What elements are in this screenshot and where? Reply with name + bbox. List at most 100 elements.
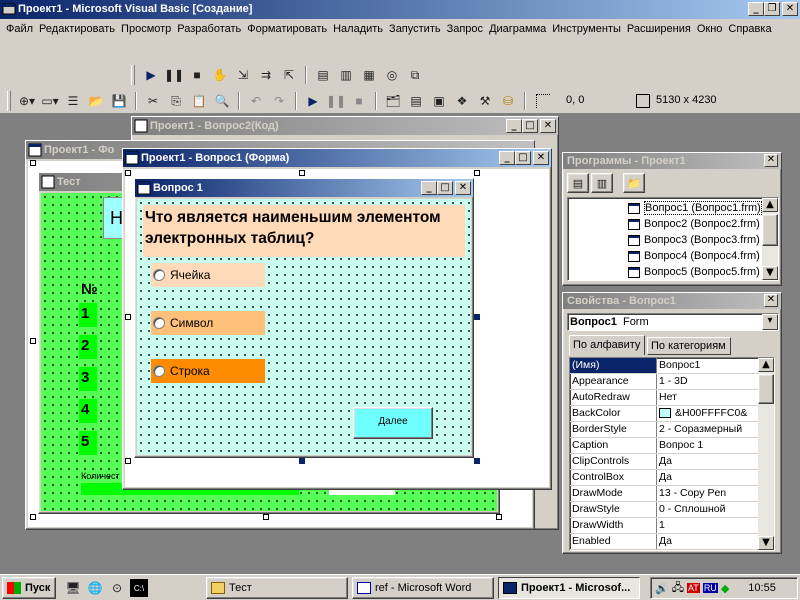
project-tree-item[interactable]: Вопрос2 (Вопрос2.frm) <box>628 216 762 232</box>
project-explorer-close-button[interactable]: ✕ <box>764 154 778 167</box>
project-tree-item[interactable]: Вопрос4 (Вопрос4.frm) <box>628 248 762 264</box>
resize-handle[interactable] <box>496 514 502 520</box>
project-explorer-icon[interactable]: 🗂 <box>383 91 403 111</box>
menu-item[interactable]: Инструменты <box>550 21 625 38</box>
answer-option[interactable]: Строка <box>151 359 265 383</box>
property-row[interactable]: BorderStyle 2 - Соразмерный <box>570 422 774 438</box>
minimize-button[interactable]: _ <box>748 2 764 16</box>
form-close-button[interactable]: ✕ <box>455 181 471 195</box>
taskbar-button[interactable]: Проект1 - Microsof... <box>498 577 640 599</box>
property-row[interactable]: ControlBox Да <box>570 470 774 486</box>
scroll-down-icon[interactable]: ▼ <box>762 266 778 280</box>
property-row[interactable]: DrawStyle 0 - Сплошной <box>570 502 774 518</box>
run-icon[interactable]: ▶ <box>141 65 161 85</box>
shield-icon[interactable]: ◆ <box>721 582 729 595</box>
paste-icon[interactable]: 📋 <box>189 91 209 111</box>
code-maximize-button[interactable]: □ <box>522 119 538 133</box>
property-row[interactable]: Appearance 1 - 3D <box>570 374 774 390</box>
immediate-window-icon[interactable]: ▥ <box>336 65 356 85</box>
resize-handle[interactable] <box>474 458 480 464</box>
properties-close-button[interactable]: ✕ <box>764 294 778 307</box>
step-out-icon[interactable]: ⇱ <box>279 65 299 85</box>
antivirus-icon[interactable]: AT <box>686 583 700 593</box>
end-icon[interactable]: ■ <box>349 91 369 111</box>
redo-icon[interactable]: ↷ <box>269 91 289 111</box>
network-icon[interactable]: 🖧 <box>672 579 684 598</box>
resize-handle[interactable] <box>299 170 305 176</box>
menu-item[interactable]: Запрос <box>445 21 487 38</box>
hand-icon[interactable]: ✋ <box>210 65 230 85</box>
copy-icon[interactable]: ⎘ <box>166 91 186 111</box>
code-close-button[interactable]: ✕ <box>540 119 556 133</box>
designer-minimize-button[interactable]: _ <box>499 151 515 165</box>
scroll-thumb[interactable] <box>758 374 774 404</box>
scroll-up-icon[interactable]: ▲ <box>758 358 774 372</box>
undo-icon[interactable]: ↶ <box>246 91 266 111</box>
start-icon[interactable]: ▶ <box>303 91 323 111</box>
menu-item[interactable]: Редактировать <box>37 21 119 38</box>
media-icon[interactable]: ⊙ <box>108 579 126 597</box>
language-indicator[interactable]: RU <box>702 583 718 593</box>
property-row[interactable]: DrawWidth 1 <box>570 518 774 534</box>
properties-window-icon[interactable]: ▤ <box>406 91 426 111</box>
stop-icon[interactable]: ■ <box>187 65 207 85</box>
answer-option[interactable]: Символ <box>151 311 265 335</box>
restore-button[interactable]: ❐ <box>764 2 780 16</box>
add-form-icon[interactable]: ▭▾ <box>40 91 60 111</box>
grid-scrollbar[interactable]: ▲ ▼ <box>758 358 774 550</box>
question-form[interactable]: Вопрос 1 _ □ ✕ Что является наименьшим э… <box>134 178 474 458</box>
property-row[interactable]: DrawMode 13 - Copy Pen <box>570 486 774 502</box>
view-object-icon[interactable]: ▥ <box>591 173 613 193</box>
project-tree-item[interactable]: Вопрос1 (Вопрос1.frm) <box>628 200 762 216</box>
msdos-icon[interactable]: C:\ <box>130 579 148 597</box>
chevron-down-icon[interactable]: ▾ <box>762 314 778 330</box>
step-into-icon[interactable]: ⇲ <box>233 65 253 85</box>
view-code-icon[interactable]: ▤ <box>567 173 589 193</box>
cut-icon[interactable]: ✂ <box>143 91 163 111</box>
menu-item[interactable]: Файл <box>4 21 37 38</box>
designer-maximize-button[interactable]: □ <box>515 151 531 165</box>
object-selector[interactable]: Вопрос1 Form ▾ <box>567 313 779 331</box>
property-row[interactable]: Caption Вопрос 1 <box>570 438 774 454</box>
designer-close-button[interactable]: ✕ <box>533 151 549 165</box>
object-browser-icon[interactable]: ❖ <box>452 91 472 111</box>
scroll-thumb[interactable] <box>762 214 778 246</box>
locals-window-icon[interactable]: ▤ <box>313 65 333 85</box>
menu-item[interactable]: Диаграмма <box>487 21 550 38</box>
taskbar-button[interactable]: ref - Microsoft Word <box>352 577 494 599</box>
menu-editor-icon[interactable]: ☰ <box>63 91 83 111</box>
property-row[interactable]: AutoRedraw Нет <box>570 390 774 406</box>
radio-icon[interactable] <box>153 317 165 329</box>
tab-categories[interactable]: По категориям <box>647 337 731 355</box>
resize-handle[interactable] <box>125 314 131 320</box>
close-button[interactable]: ✕ <box>782 2 798 16</box>
tree-scrollbar[interactable]: ▲ ▼ <box>762 198 778 280</box>
resize-handle[interactable] <box>474 314 480 320</box>
menu-item[interactable]: Просмотр <box>119 21 175 38</box>
add-project-icon[interactable]: ⊕▾ <box>17 91 37 111</box>
resize-handle[interactable] <box>30 338 36 344</box>
scroll-down-icon[interactable]: ▼ <box>758 536 774 550</box>
radio-icon[interactable] <box>153 365 165 377</box>
property-row[interactable]: (Имя) Вопрос1 <box>570 358 774 374</box>
project-tree-item[interactable]: Вопрос5 (Вопрос5.frm) <box>628 264 762 280</box>
start-button[interactable]: Пуск <box>2 577 56 599</box>
save-icon[interactable]: 💾 <box>109 91 129 111</box>
next-button[interactable]: Далее <box>353 407 433 439</box>
menu-item[interactable]: Расширения <box>625 21 695 38</box>
answer-option[interactable]: Ячейка <box>151 263 265 287</box>
menu-item[interactable]: Запустить <box>387 21 445 38</box>
browser-icon[interactable]: 🌐 <box>86 579 104 597</box>
scroll-up-icon[interactable]: ▲ <box>762 198 778 212</box>
radio-icon[interactable] <box>153 269 165 281</box>
call-stack-icon[interactable]: ⧉ <box>405 65 425 85</box>
data-view-icon[interactable]: ⛁ <box>498 91 518 111</box>
open-icon[interactable]: 📂 <box>86 91 106 111</box>
resize-handle[interactable] <box>30 160 36 166</box>
resize-handle[interactable] <box>30 514 36 520</box>
property-row[interactable]: Enabled Да <box>570 534 774 550</box>
pause-icon[interactable]: ❚❚ <box>164 65 184 85</box>
quick-watch-icon[interactable]: ◎ <box>382 65 402 85</box>
watch-window-icon[interactable]: ▦ <box>359 65 379 85</box>
form-maximize-button[interactable]: □ <box>437 181 453 195</box>
